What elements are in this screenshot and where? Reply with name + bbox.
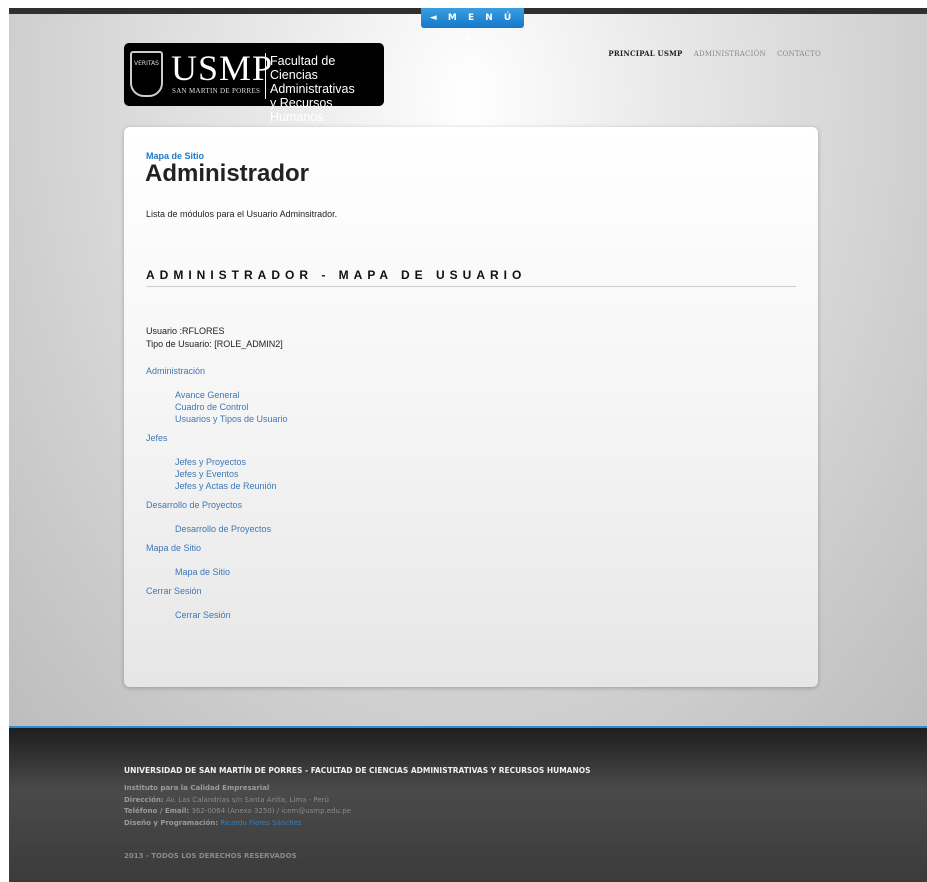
sitemap-group-mapa: Mapa de Sitio Mapa de Sitio <box>146 542 288 578</box>
footer: UNIVERSIDAD DE SAN MARTÍN DE PORRES - FA… <box>9 728 927 882</box>
sitemap-heading-link[interactable]: Jefes <box>146 432 288 445</box>
copyright: 2013 - TODOS LOS DERECHOS RESERVADOS <box>124 852 297 860</box>
address: Av. Las Calandrias s/n Santa Anita, Lima… <box>165 795 329 804</box>
sitemap-link[interactable]: Cuadro de Control <box>175 401 288 413</box>
institute-name: Instituto para la Calidad Empresarial <box>124 784 270 792</box>
crest-icon: VERITAS <box>130 51 163 97</box>
sitemap-link[interactable]: Usuarios y Tipos de Usuario <box>175 413 288 425</box>
sitemap-group-jefes: Jefes Jefes y Proyectos Jefes y Eventos … <box>146 432 288 492</box>
contact-info: 362-0064 (Anexo 3250) / icem@usmp.edu.pe <box>191 807 351 815</box>
section-title: ADMINISTRADOR - MAPA DE USUARIO <box>146 268 796 287</box>
sitemap-heading-link[interactable]: Mapa de Sitio <box>146 542 288 555</box>
sitemap-group-cerrar: Cerrar Sesión Cerrar Sesión <box>146 585 288 621</box>
sitemap-link[interactable]: Cerrar Sesión <box>175 609 288 621</box>
sitemap-heading-link[interactable]: Cerrar Sesión <box>146 585 288 598</box>
sitemap-link[interactable]: Mapa de Sitio <box>175 566 288 578</box>
page-title: Administrador <box>145 160 310 187</box>
username: Usuario :RFLORES <box>146 326 225 336</box>
content-panel: Mapa de Sitio Administrador Lista de mód… <box>124 127 818 687</box>
sitemap-link[interactable]: Jefes y Actas de Reunión <box>175 480 288 492</box>
sitemap: Administración Avance General Cuadro de … <box>146 365 288 628</box>
sitemap-link[interactable]: Jefes y Proyectos <box>175 456 288 468</box>
footer-info: Instituto para la Calidad Empresarial Di… <box>124 784 351 827</box>
logo-divider <box>265 53 266 99</box>
menu-toggle-button[interactable]: ◄ M E N Ú ► <box>421 8 524 43</box>
sitemap-heading-link[interactable]: Administración <box>146 365 288 378</box>
brand-subtitle: SAN MARTIN DE PORRES <box>172 87 261 95</box>
sitemap-group-administracion: Administración Avance General Cuadro de … <box>146 365 288 425</box>
top-navigation: PRINCIPAL USMP ADMINISTRACIÓN CONTACTO <box>599 49 821 58</box>
page-description: Lista de módulos para el Usuario Adminsi… <box>146 209 338 219</box>
user-role: Tipo de Usuario: [ROLE_ADMIN2] <box>146 339 283 349</box>
page-frame: ◄ M E N Ú ► VERITAS USMP SAN MARTIN DE P… <box>9 8 927 882</box>
faculty-name: Facultad de Ciencias Administrativas y R… <box>270 54 355 124</box>
sitemap-group-desarrollo: Desarrollo de Proyectos Desarrollo de Pr… <box>146 499 288 535</box>
footer-title: UNIVERSIDAD DE SAN MARTÍN DE PORRES - FA… <box>124 766 591 775</box>
brand-name: USMP <box>171 48 274 88</box>
sitemap-link[interactable]: Desarrollo de Proyectos <box>175 523 288 535</box>
sitemap-link[interactable]: Avance General <box>175 389 288 401</box>
sitemap-heading-link[interactable]: Desarrollo de Proyectos <box>146 499 288 512</box>
nav-administracion[interactable]: ADMINISTRACIÓN <box>694 50 766 58</box>
nav-principal-usmp[interactable]: PRINCIPAL USMP <box>608 49 682 58</box>
designer-link[interactable]: Ricardo Flores Sánchez <box>220 819 301 827</box>
nav-contacto[interactable]: CONTACTO <box>777 50 821 58</box>
usmp-logo[interactable]: VERITAS USMP SAN MARTIN DE PORRES Facult… <box>124 43 384 124</box>
sitemap-link[interactable]: Jefes y Eventos <box>175 468 288 480</box>
user-info: Usuario :RFLORES Tipo de Usuario: [ROLE_… <box>146 325 283 351</box>
